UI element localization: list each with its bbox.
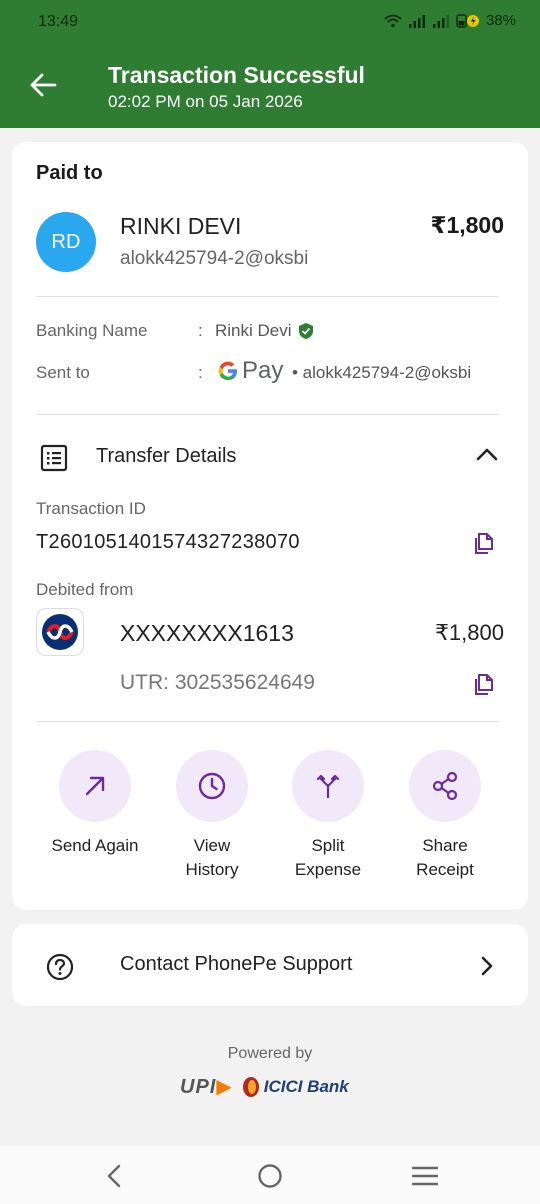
send-again-button[interactable]: Send Again bbox=[40, 750, 150, 858]
nav-home-icon bbox=[258, 1164, 282, 1188]
battery-icon bbox=[456, 13, 479, 28]
divider bbox=[36, 414, 498, 415]
action-label: Split Expense bbox=[294, 836, 362, 879]
debited-from-label: Debited from bbox=[36, 580, 134, 599]
help-circle-icon bbox=[46, 953, 74, 981]
nav-back-icon bbox=[107, 1164, 121, 1188]
icici-bank-logo: ICICI Bank bbox=[241, 1076, 349, 1098]
action-label: View History bbox=[185, 836, 239, 879]
share-icon bbox=[432, 771, 458, 801]
sent-to-label: Sent to bbox=[36, 363, 90, 382]
copy-icon[interactable] bbox=[472, 531, 496, 555]
avatar: RD bbox=[36, 212, 96, 272]
utr-number: UTR: 302535624649 bbox=[120, 671, 315, 694]
back-button[interactable] bbox=[26, 68, 60, 102]
verified-shield-icon bbox=[298, 323, 313, 339]
signal-icon-2 bbox=[432, 14, 449, 28]
transaction-id: T2601051401574327238070 bbox=[36, 531, 300, 553]
split-icon bbox=[316, 774, 340, 799]
banking-name-value: Rinki Devi bbox=[215, 321, 292, 340]
chevron-right-icon bbox=[481, 956, 493, 976]
divider bbox=[36, 296, 498, 297]
wifi-icon bbox=[384, 14, 402, 27]
copy-icon[interactable] bbox=[472, 672, 496, 696]
sent-to-upi: • alokk425794-2@oksbi bbox=[292, 363, 472, 382]
battery-percent: 38% bbox=[485, 12, 516, 29]
signal-icon bbox=[408, 14, 425, 28]
nav-home-button[interactable] bbox=[256, 1162, 284, 1190]
split-expense-icon-wrap bbox=[292, 750, 364, 822]
payee-name: RINKI DEVI bbox=[120, 213, 242, 239]
icici-emblem-icon bbox=[242, 1076, 259, 1097]
paid-to-label: Paid to bbox=[36, 162, 103, 184]
bank-logo bbox=[36, 608, 84, 656]
action-label: Send Again bbox=[51, 836, 139, 855]
contact-support-button[interactable]: Contact PhonePe Support bbox=[12, 924, 528, 1006]
page-title: Transaction Successful bbox=[108, 62, 365, 88]
action-label: Share Receipt bbox=[416, 836, 474, 879]
debited-amount: ₹1,800 bbox=[434, 620, 504, 645]
payee-upi: alokk425794-2@oksbi bbox=[120, 248, 309, 269]
kotak-logo-icon bbox=[42, 614, 78, 650]
account-number: XXXXXXXX1613 bbox=[120, 620, 294, 646]
split-expense-button[interactable]: Split Expense bbox=[273, 750, 383, 882]
view-history-button[interactable]: View History bbox=[157, 750, 267, 882]
colon: : bbox=[198, 363, 203, 382]
banking-name-value-wrap: Rinki Devi bbox=[215, 321, 314, 341]
transaction-datetime: 02:02 PM on 05 Jan 2026 bbox=[108, 92, 303, 111]
send-again-icon-wrap bbox=[59, 750, 131, 822]
transfer-details-title: Transfer Details bbox=[96, 445, 237, 467]
share-receipt-icon-wrap bbox=[409, 750, 481, 822]
gpay-text: Pay bbox=[242, 357, 284, 384]
nav-recents-button[interactable] bbox=[411, 1162, 439, 1190]
arrow-up-right-icon bbox=[85, 776, 105, 796]
google-g-icon bbox=[218, 361, 237, 380]
status-icons: 38% bbox=[384, 12, 516, 29]
status-time: 13:49 bbox=[38, 13, 79, 30]
partner-logos: UPI▶ ICICI Bank bbox=[180, 1074, 349, 1099]
banking-name-label: Banking Name bbox=[36, 321, 148, 340]
list-document-icon bbox=[40, 444, 68, 472]
gpay-logo: Pay bbox=[217, 357, 283, 385]
transaction-card: Paid to RD RINKI DEVI alokk425794-2@oksb… bbox=[12, 142, 528, 910]
powered-by-label: Powered by bbox=[227, 1045, 313, 1062]
share-receipt-button[interactable]: Share Receipt bbox=[390, 750, 500, 882]
divider bbox=[36, 721, 498, 722]
view-history-icon-wrap bbox=[176, 750, 248, 822]
system-nav-bar bbox=[0, 1146, 540, 1204]
upi-logo: UPI▶ bbox=[180, 1076, 233, 1098]
contact-support-label: Contact PhonePe Support bbox=[120, 953, 353, 975]
clock-icon bbox=[198, 772, 226, 800]
nav-back-button[interactable] bbox=[100, 1162, 128, 1190]
nav-menu-icon bbox=[412, 1166, 438, 1186]
app-header: 13:49 38% Transaction Successful 02:02 P… bbox=[0, 0, 540, 128]
chevron-up-icon[interactable] bbox=[476, 446, 498, 462]
back-arrow-icon bbox=[30, 73, 57, 97]
paid-amount: ₹1,800 bbox=[430, 212, 504, 238]
colon: : bbox=[198, 321, 203, 340]
transaction-id-label: Transaction ID bbox=[36, 499, 146, 518]
